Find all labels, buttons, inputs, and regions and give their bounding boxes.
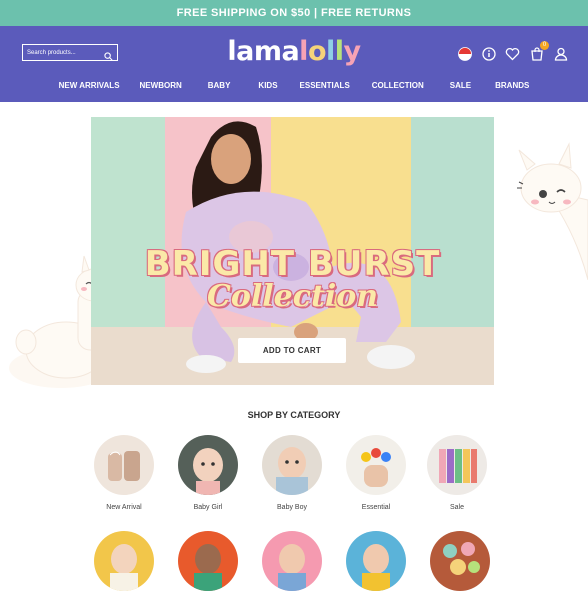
category-baby-boy[interactable]: Baby Boy bbox=[257, 435, 327, 511]
section-title-shop-by-category: SHOP BY CATEGORY bbox=[247, 410, 341, 420]
nav-brands[interactable]: BRANDS bbox=[485, 81, 539, 90]
category-label: New Arrival bbox=[106, 504, 142, 511]
cart-count-badge: 0 bbox=[540, 41, 549, 50]
site-header: Search products... lamalolly 0 NEW ARRIV… bbox=[0, 26, 588, 102]
category-label: Sale bbox=[449, 504, 464, 511]
nav-new-arrivals[interactable]: NEW ARRIVALS bbox=[49, 81, 130, 90]
category-image bbox=[346, 435, 406, 495]
info-icon[interactable] bbox=[481, 46, 496, 61]
nav-essentials[interactable]: ESSENTIALS bbox=[290, 81, 360, 90]
category-image-row2-1[interactable] bbox=[94, 531, 154, 591]
category-image-row2-5[interactable] bbox=[430, 531, 490, 591]
category-sale[interactable]: Sale bbox=[422, 435, 492, 511]
category-new-arrival[interactable]: New Arrival bbox=[89, 435, 159, 511]
promo-banner: FREE SHIPPING ON $50 | FREE RETURNS bbox=[0, 0, 588, 26]
category-image-row2-3[interactable] bbox=[262, 531, 322, 591]
nav-kids[interactable]: KIDS bbox=[246, 81, 289, 90]
heart-icon[interactable] bbox=[505, 46, 520, 61]
user-icon[interactable] bbox=[553, 46, 568, 61]
category-image bbox=[427, 435, 487, 495]
cart-icon[interactable]: 0 bbox=[529, 41, 549, 61]
hero-subtitle: Collection bbox=[206, 279, 379, 314]
category-label: Baby Girl bbox=[193, 504, 223, 511]
category-essential[interactable]: Essential bbox=[341, 435, 411, 511]
category-image bbox=[178, 435, 238, 495]
hero-title: BRIGHT BURST bbox=[144, 244, 441, 284]
nav-collection[interactable]: COLLECTION bbox=[360, 81, 436, 90]
category-label: Essential bbox=[361, 504, 391, 511]
promo-text: FREE SHIPPING ON $50 | FREE RETURNS bbox=[176, 7, 412, 19]
llama-illustration-right bbox=[505, 130, 588, 281]
nav-baby[interactable]: BABY bbox=[192, 81, 247, 90]
main-nav: NEW ARRIVALS NEWBORN BABY KIDS ESSENTIAL… bbox=[0, 81, 588, 90]
hero-banner[interactable]: BRIGHT BURST Collection ADD TO CART bbox=[91, 117, 494, 385]
nav-newborn[interactable]: NEWBORN bbox=[130, 81, 192, 90]
category-image bbox=[262, 435, 322, 495]
singapore-flag-icon[interactable] bbox=[457, 46, 472, 61]
add-to-cart-button[interactable]: ADD TO CART bbox=[238, 338, 346, 363]
category-baby-girl[interactable]: Baby Girl bbox=[173, 435, 243, 511]
category-label: Baby Boy bbox=[277, 504, 307, 511]
nav-sale[interactable]: SALE bbox=[436, 81, 485, 90]
category-image bbox=[94, 435, 154, 495]
category-image-row2-4[interactable] bbox=[346, 531, 406, 591]
category-image-row2-2[interactable] bbox=[178, 531, 238, 591]
header-icons: 0 bbox=[457, 41, 568, 61]
